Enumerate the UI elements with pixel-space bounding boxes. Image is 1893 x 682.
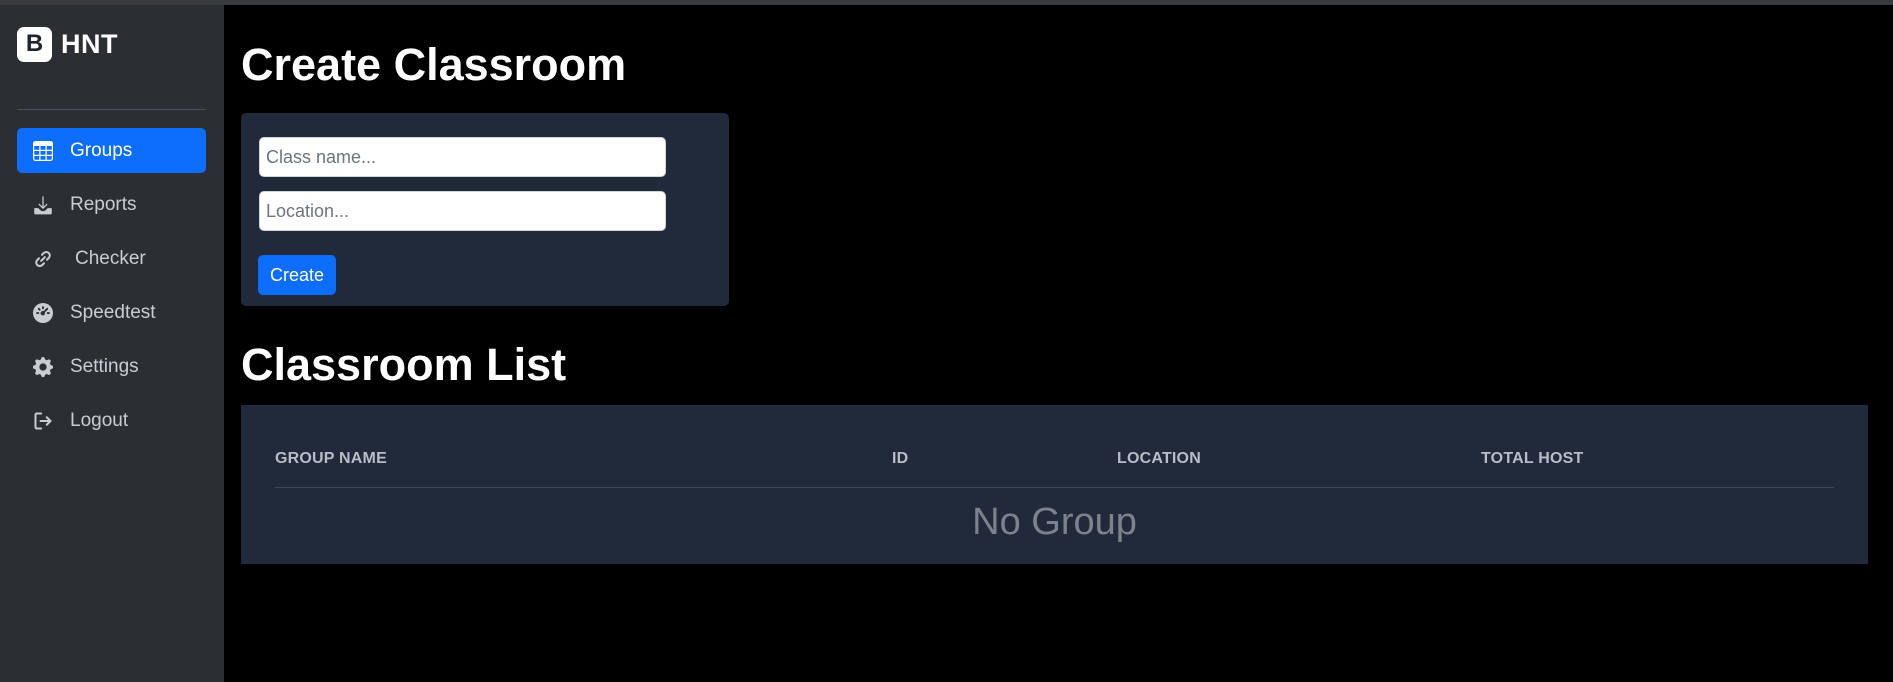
sidebar-item-label: Logout <box>70 409 129 431</box>
speedometer-icon <box>33 302 53 323</box>
link-icon <box>33 249 53 269</box>
sidebar-item-logout[interactable]: Logout <box>17 398 206 443</box>
sidebar-item-groups[interactable]: Groups <box>17 128 206 173</box>
sidebar: B HNT Groups Reports Checker Speedtest S… <box>0 5 224 682</box>
empty-state-message: No Group <box>972 501 1137 543</box>
sidebar-item-settings[interactable]: Settings <box>17 344 206 389</box>
create-button[interactable]: Create <box>258 255 336 295</box>
classroom-list-title: Classroom List <box>241 339 567 390</box>
create-classroom-form: Create <box>241 113 729 306</box>
sidebar-item-label: Settings <box>70 355 139 377</box>
table-icon <box>33 140 53 161</box>
classroom-table: GROUP NAME ID LOCATION TOTAL HOST No Gro… <box>241 405 1868 564</box>
sidebar-item-label: Groups <box>70 139 133 161</box>
location-input[interactable] <box>259 191 666 231</box>
download-icon <box>33 195 53 215</box>
column-header-total-host: TOTAL HOST <box>1481 450 1584 467</box>
sidebar-item-label: Speedtest <box>70 301 156 323</box>
table-header-divider <box>275 487 1834 488</box>
gear-icon <box>33 356 53 377</box>
main-content: Create Classroom Create Classroom List G… <box>224 5 1893 682</box>
page-title: Create Classroom <box>241 39 627 90</box>
logout-icon <box>33 411 53 431</box>
sidebar-item-speedtest[interactable]: Speedtest <box>17 290 206 335</box>
column-header-group-name: GROUP NAME <box>275 450 387 467</box>
sidebar-item-checker[interactable]: Checker <box>17 236 206 281</box>
column-header-id: ID <box>892 450 909 467</box>
sidebar-nav: Groups Reports Checker Speedtest Setting… <box>17 128 206 452</box>
brand-logo: B <box>17 26 52 62</box>
sidebar-divider <box>17 109 206 110</box>
sidebar-item-label: Reports <box>70 193 137 215</box>
brand[interactable]: B HNT <box>17 26 118 62</box>
column-header-location: LOCATION <box>1117 450 1201 467</box>
brand-name: HNT <box>61 28 118 59</box>
class-name-input[interactable] <box>259 137 666 177</box>
sidebar-item-label: Checker <box>75 247 146 269</box>
sidebar-item-reports[interactable]: Reports <box>17 182 206 227</box>
